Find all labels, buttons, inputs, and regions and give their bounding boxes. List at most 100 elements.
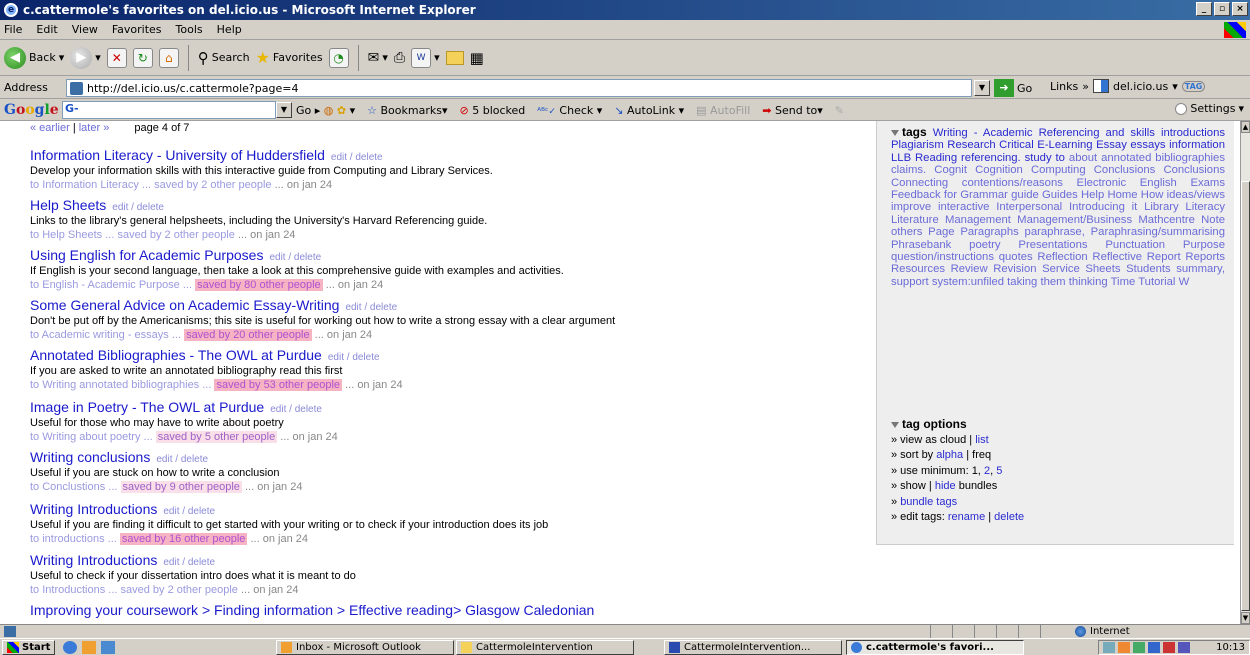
desktop-quicklaunch-icon[interactable] <box>101 640 116 654</box>
links-chevron[interactable]: » <box>1082 80 1089 93</box>
bookmark-title-link[interactable]: Help Sheets <box>30 197 106 213</box>
bookmark-tags-link[interactable]: to Writing about poetry ... <box>30 431 153 443</box>
delete-link[interactable]: delete <box>188 506 215 517</box>
bookmark-tags-link[interactable]: to introductions ... <box>30 533 117 545</box>
address-dropdown-button[interactable]: ▼ <box>974 80 990 96</box>
saved-by-link[interactable]: saved by 2 other people <box>154 179 271 191</box>
tray-icon[interactable] <box>1133 642 1145 653</box>
google-settings-button[interactable]: Settings ▾ <box>1175 102 1244 115</box>
tray-icon[interactable] <box>1178 642 1190 653</box>
vertical-scrollbar[interactable]: ▲ ▼ <box>1240 121 1250 624</box>
address-input[interactable]: http://del.icio.us/c.cattermole?page=4 <box>66 79 972 97</box>
stop-button[interactable]: ✕ <box>106 47 127 68</box>
autolink-button[interactable]: ↘ AutoLink ▾ <box>614 104 684 117</box>
menu-file[interactable]: File <box>4 23 22 36</box>
hide-link[interactable]: hide <box>935 480 956 492</box>
bookmark-title-link[interactable]: Annotated Bibliographies - The OWL at Pu… <box>30 347 322 363</box>
menu-tools[interactable]: Tools <box>176 23 203 36</box>
history-button[interactable]: ◔ <box>328 47 349 68</box>
edit-link[interactable]: edit <box>112 202 128 213</box>
close-button[interactable]: × <box>1232 2 1248 16</box>
pencil-icon[interactable]: ✎ <box>835 104 844 117</box>
google-search-input[interactable]: G- <box>62 101 276 119</box>
collapse-triangle-icon[interactable] <box>891 130 899 137</box>
bookmark-tags-link[interactable]: to Introductions ... <box>30 584 117 596</box>
saved-by-link[interactable]: saved by 16 other people <box>119 533 248 545</box>
edit-link[interactable]: edit <box>328 352 344 363</box>
rename-link[interactable]: rename <box>948 511 985 523</box>
back-button[interactable]: ◀ Back ▾ <box>4 46 65 69</box>
saved-by-link[interactable]: saved by 2 other people <box>117 229 234 241</box>
menu-favorites[interactable]: Favorites <box>112 23 162 36</box>
google-dropdown-button[interactable]: ▼ <box>276 102 292 118</box>
edit-link[interactable]: edit <box>331 152 347 163</box>
menu-help[interactable]: Help <box>217 23 242 36</box>
bookmark-tags-link[interactable]: to Academic writing - essays ... <box>30 329 181 341</box>
scrollbar-thumb[interactable] <box>1241 181 1250 611</box>
word-button[interactable]: W ▾ <box>411 47 440 68</box>
research-button[interactable]: ▦ <box>470 49 484 67</box>
task-folder[interactable]: CattermoleIntervention <box>456 640 634 655</box>
delete-link[interactable]: delete <box>137 202 164 213</box>
edit-link[interactable]: edit <box>163 557 179 568</box>
tray-icon[interactable] <box>1148 642 1160 653</box>
earlier-link[interactable]: « earlier <box>30 122 70 134</box>
scroll-up-arrow-icon[interactable]: ▲ <box>1241 121 1250 133</box>
bookmark-title-link[interactable]: Image in Poetry - The OWL at Purdue <box>30 399 264 415</box>
tag-button[interactable]: TAG <box>1181 80 1206 92</box>
bookmarks-button[interactable]: ☆ Bookmarks▾ <box>367 104 447 117</box>
home-button[interactable]: ⌂ <box>158 47 179 68</box>
delete-link[interactable]: delete <box>370 302 397 313</box>
chevron-down-icon[interactable]: ▾ <box>1172 80 1178 93</box>
menu-view[interactable]: View <box>72 23 98 36</box>
refresh-button[interactable]: ↻ <box>132 47 153 68</box>
bookmark-tags-link[interactable]: to Writing annotated bibliographies ... <box>30 379 211 391</box>
edit-link[interactable]: edit <box>270 404 286 415</box>
task-ie-active[interactable]: c.cattermole's favori... <box>846 640 1024 655</box>
bookmark-title-link[interactable]: Improving your coursework > Finding info… <box>30 602 594 618</box>
chevron-down-icon[interactable]: ▾ <box>59 51 65 64</box>
saved-by-link[interactable]: saved by 9 other people <box>120 481 242 493</box>
ie-quicklaunch-icon[interactable] <box>63 640 78 654</box>
task-outlook[interactable]: Inbox - Microsoft Outlook <box>276 640 454 655</box>
search-button[interactable]: ⚲ Search <box>198 49 250 67</box>
folder-button[interactable] <box>445 50 464 65</box>
bookmark-title-link[interactable]: Writing conclusions <box>30 449 150 465</box>
saved-by-link[interactable]: saved by 2 other people <box>121 584 238 596</box>
saved-by-link[interactable]: saved by 80 other people <box>195 279 323 291</box>
maximize-button[interactable]: ▫ <box>1214 2 1230 16</box>
bookmark-tags-link[interactable]: to Help Sheets ... <box>30 229 114 241</box>
blocked-button[interactable]: ⊘ 5 blocked <box>460 104 526 117</box>
saved-by-link[interactable]: saved by 53 other people <box>214 379 343 391</box>
menu-edit[interactable]: Edit <box>36 23 57 36</box>
delicious-link[interactable]: del.icio.us <box>1113 80 1168 93</box>
delete-link[interactable]: delete <box>355 152 382 163</box>
favorites-button[interactable]: ★ Favorites <box>256 48 323 67</box>
chevron-down-icon[interactable]: ▾ <box>434 51 440 64</box>
delete-tags-link[interactable]: delete <box>994 511 1024 523</box>
clock[interactable]: 10:13 <box>1216 642 1245 653</box>
links-label[interactable]: Links <box>1050 80 1078 93</box>
delete-link[interactable]: delete <box>188 557 215 568</box>
autofill-button[interactable]: ▤ AutoFill <box>696 104 750 117</box>
tray-icon[interactable] <box>1103 642 1115 653</box>
delete-link[interactable]: delete <box>352 352 379 363</box>
outlook-quicklaunch-icon[interactable] <box>82 640 97 654</box>
tray-icon[interactable] <box>1163 642 1175 653</box>
go-button[interactable]: ➜ Go <box>994 79 1032 97</box>
task-word[interactable]: CattermoleIntervention... <box>664 640 842 655</box>
collapse-triangle-icon[interactable] <box>891 421 899 428</box>
edit-link[interactable]: edit <box>163 506 179 517</box>
scroll-down-arrow-icon[interactable]: ▼ <box>1241 612 1250 624</box>
bundle-tags-link[interactable]: bundle tags <box>900 496 957 508</box>
chevron-down-icon[interactable]: ▾ <box>382 51 388 64</box>
delete-link[interactable]: delete <box>181 454 208 465</box>
saved-by-link[interactable]: saved by 20 other people <box>184 329 312 341</box>
bookmark-title-link[interactable]: Writing Introductions <box>30 552 157 568</box>
google-go-button[interactable]: Go ▸ ◍ ✿ ▾ <box>296 104 355 117</box>
bookmark-title-link[interactable]: Using English for Academic Purposes <box>30 247 263 263</box>
delete-link[interactable]: delete <box>294 252 321 263</box>
saved-by-link[interactable]: saved by 5 other people <box>155 431 278 443</box>
bookmark-title-link[interactable]: Information Literacy - University of Hud… <box>30 147 325 163</box>
tray-icon[interactable] <box>1118 642 1130 653</box>
